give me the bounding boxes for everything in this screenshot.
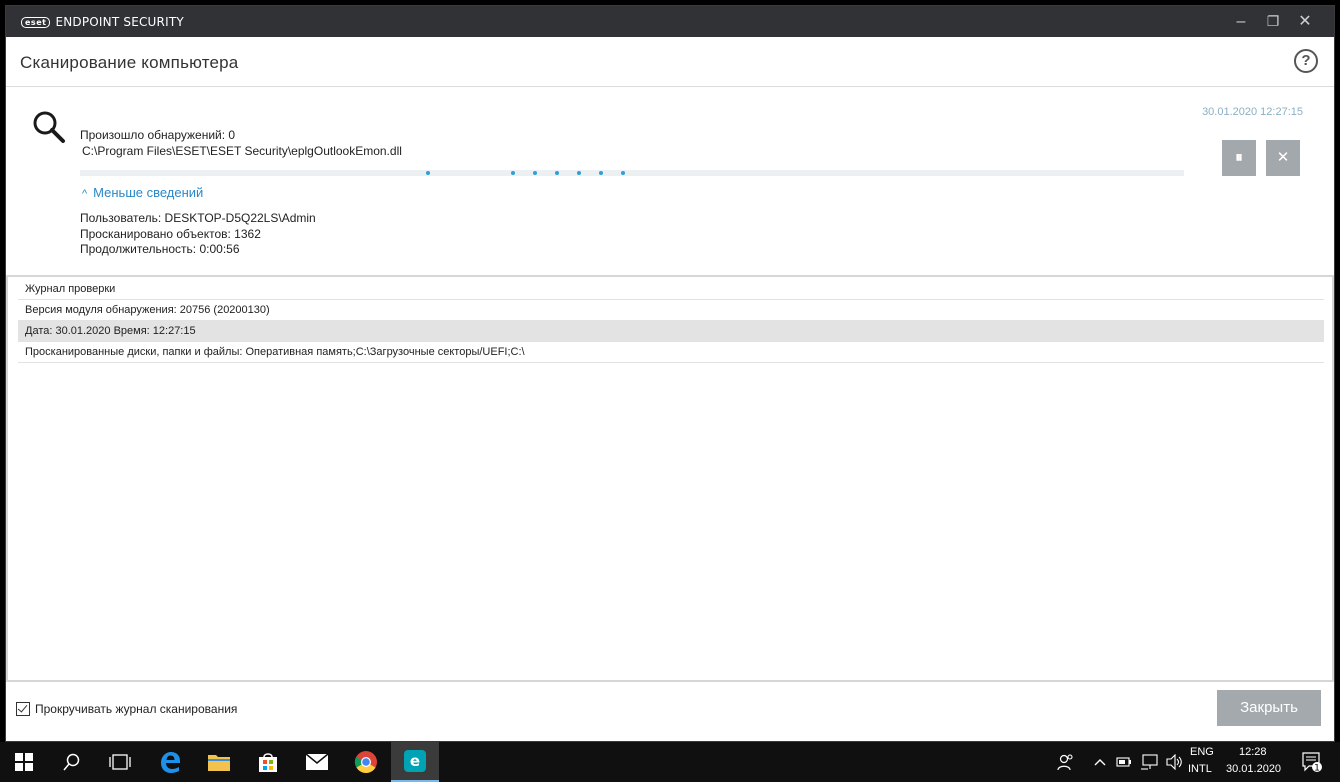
windows-logo-icon	[15, 753, 33, 771]
page-header: Сканирование компьютера ?	[6, 37, 1334, 87]
progress-dot	[599, 171, 603, 175]
title-bar[interactable]: eset ENDPOINT SECURITY – ❐ ✕	[6, 6, 1334, 37]
people-icon	[1057, 754, 1073, 771]
help-icon[interactable]: ?	[1294, 49, 1318, 73]
edge-icon	[161, 752, 180, 773]
start-button[interactable]	[0, 742, 48, 782]
battery-button[interactable]	[1113, 742, 1135, 782]
scan-duration: Продолжительность: 0:00:56	[80, 242, 240, 256]
progress-dot	[555, 171, 559, 175]
scroll-log-label: Прокручивать журнал сканирования	[35, 702, 238, 716]
detections-count: Произошло обнаружений: 0	[80, 128, 236, 142]
scan-details: Пользователь: DESKTOP-D5Q22LS\Admin Прос…	[80, 211, 316, 258]
people-button[interactable]	[1051, 742, 1081, 782]
scroll-log-checkbox[interactable]: Прокручивать журнал сканирования	[16, 702, 237, 716]
network-icon	[1141, 754, 1158, 770]
log-row[interactable]: Версия модуля обнаружения: 20756 (202001…	[18, 300, 1324, 321]
scan-user: Пользователь: DESKTOP-D5Q22LS\Admin	[80, 211, 316, 225]
keyboard-layout: INTL	[1188, 763, 1212, 775]
language-code: ENG	[1190, 746, 1214, 758]
notification-icon: 1	[1302, 752, 1322, 774]
chevron-up-icon: ^	[82, 188, 88, 200]
clock-time: 12:28	[1239, 746, 1267, 758]
page-title: Сканирование компьютера	[20, 53, 239, 72]
mail-icon	[305, 753, 329, 770]
svg-text:e: e	[410, 752, 420, 770]
progress-dot	[511, 171, 515, 175]
eset-window: eset ENDPOINT SECURITY – ❐ ✕ Сканировани…	[5, 5, 1335, 742]
scan-timestamp: 30.01.2020 12:27:15	[1202, 106, 1303, 118]
store-app[interactable]	[244, 742, 292, 782]
chrome-app[interactable]	[342, 742, 390, 782]
progress-dot	[621, 171, 625, 175]
network-button[interactable]	[1137, 742, 1161, 782]
notification-count: 1	[1314, 764, 1320, 774]
eset-logo-mark: eset	[21, 16, 51, 28]
scanned-objects: Просканировано объектов: 1362	[80, 226, 261, 241]
stop-scan-button[interactable]: ✕	[1266, 140, 1300, 176]
progress-dot	[533, 171, 537, 175]
app-name: ENDPOINT SECURITY	[55, 15, 184, 29]
battery-icon	[1116, 757, 1131, 767]
scan-progress-bar	[80, 170, 1184, 176]
log-row[interactable]: Просканированные диски, папки и файлы: О…	[18, 342, 1324, 363]
taskbar-search-button[interactable]	[48, 742, 96, 782]
show-hidden-icons-button[interactable]	[1090, 742, 1110, 782]
edge-app[interactable]	[146, 742, 194, 782]
file-explorer-app[interactable]	[195, 742, 243, 782]
clock-button[interactable]: 12:28 30.01.2020	[1222, 742, 1288, 782]
log-row[interactable]: Дата: 30.01.2020 Время: 12:27:15	[18, 321, 1324, 342]
action-center-button[interactable]: 1	[1292, 742, 1332, 782]
eset-app[interactable]: e	[391, 742, 439, 782]
folder-icon	[208, 755, 230, 771]
input-language-button[interactable]: ENG INTL	[1188, 742, 1218, 782]
scan-log-panel[interactable]: Журнал проверки Версия модуля обнаружени…	[6, 275, 1334, 682]
log-row[interactable]: Журнал проверки	[18, 279, 1324, 300]
search-icon	[33, 111, 65, 143]
volume-button[interactable]	[1162, 742, 1186, 782]
clock-date: 30.01.2020	[1226, 763, 1282, 775]
progress-dot	[426, 171, 430, 175]
pause-button[interactable]: ⏸	[1222, 140, 1256, 176]
restore-button[interactable]: ❐	[1257, 6, 1289, 37]
chrome-icon	[354, 751, 377, 773]
speaker-icon	[1166, 754, 1182, 770]
close-button[interactable]: Закрыть	[1217, 690, 1321, 726]
current-file-path: C:\Program Files\ESET\ESET Security\eplg…	[82, 144, 402, 158]
scan-progress-area: Произошло обнаружений: 0 C:\Program File…	[6, 88, 1334, 274]
window-close-button[interactable]: ✕	[1289, 6, 1321, 37]
less-details-label: Меньше сведений	[93, 185, 204, 200]
less-details-link[interactable]: ^ Меньше сведений	[82, 185, 203, 200]
search-icon	[63, 753, 80, 771]
progress-dot	[577, 171, 581, 175]
task-view-icon	[109, 754, 131, 770]
store-icon	[259, 753, 277, 772]
windows-taskbar: e ENG INTL 12:28 30.01.2020 1	[0, 742, 1340, 782]
checkbox-checked-icon[interactable]	[16, 702, 30, 716]
task-view-button[interactable]	[96, 742, 144, 782]
minimize-button[interactable]: –	[1225, 6, 1257, 37]
eset-logo: eset ENDPOINT SECURITY	[21, 15, 184, 29]
mail-app[interactable]	[293, 742, 341, 782]
eset-icon: e	[404, 750, 426, 772]
chevron-up-icon	[1094, 759, 1106, 766]
